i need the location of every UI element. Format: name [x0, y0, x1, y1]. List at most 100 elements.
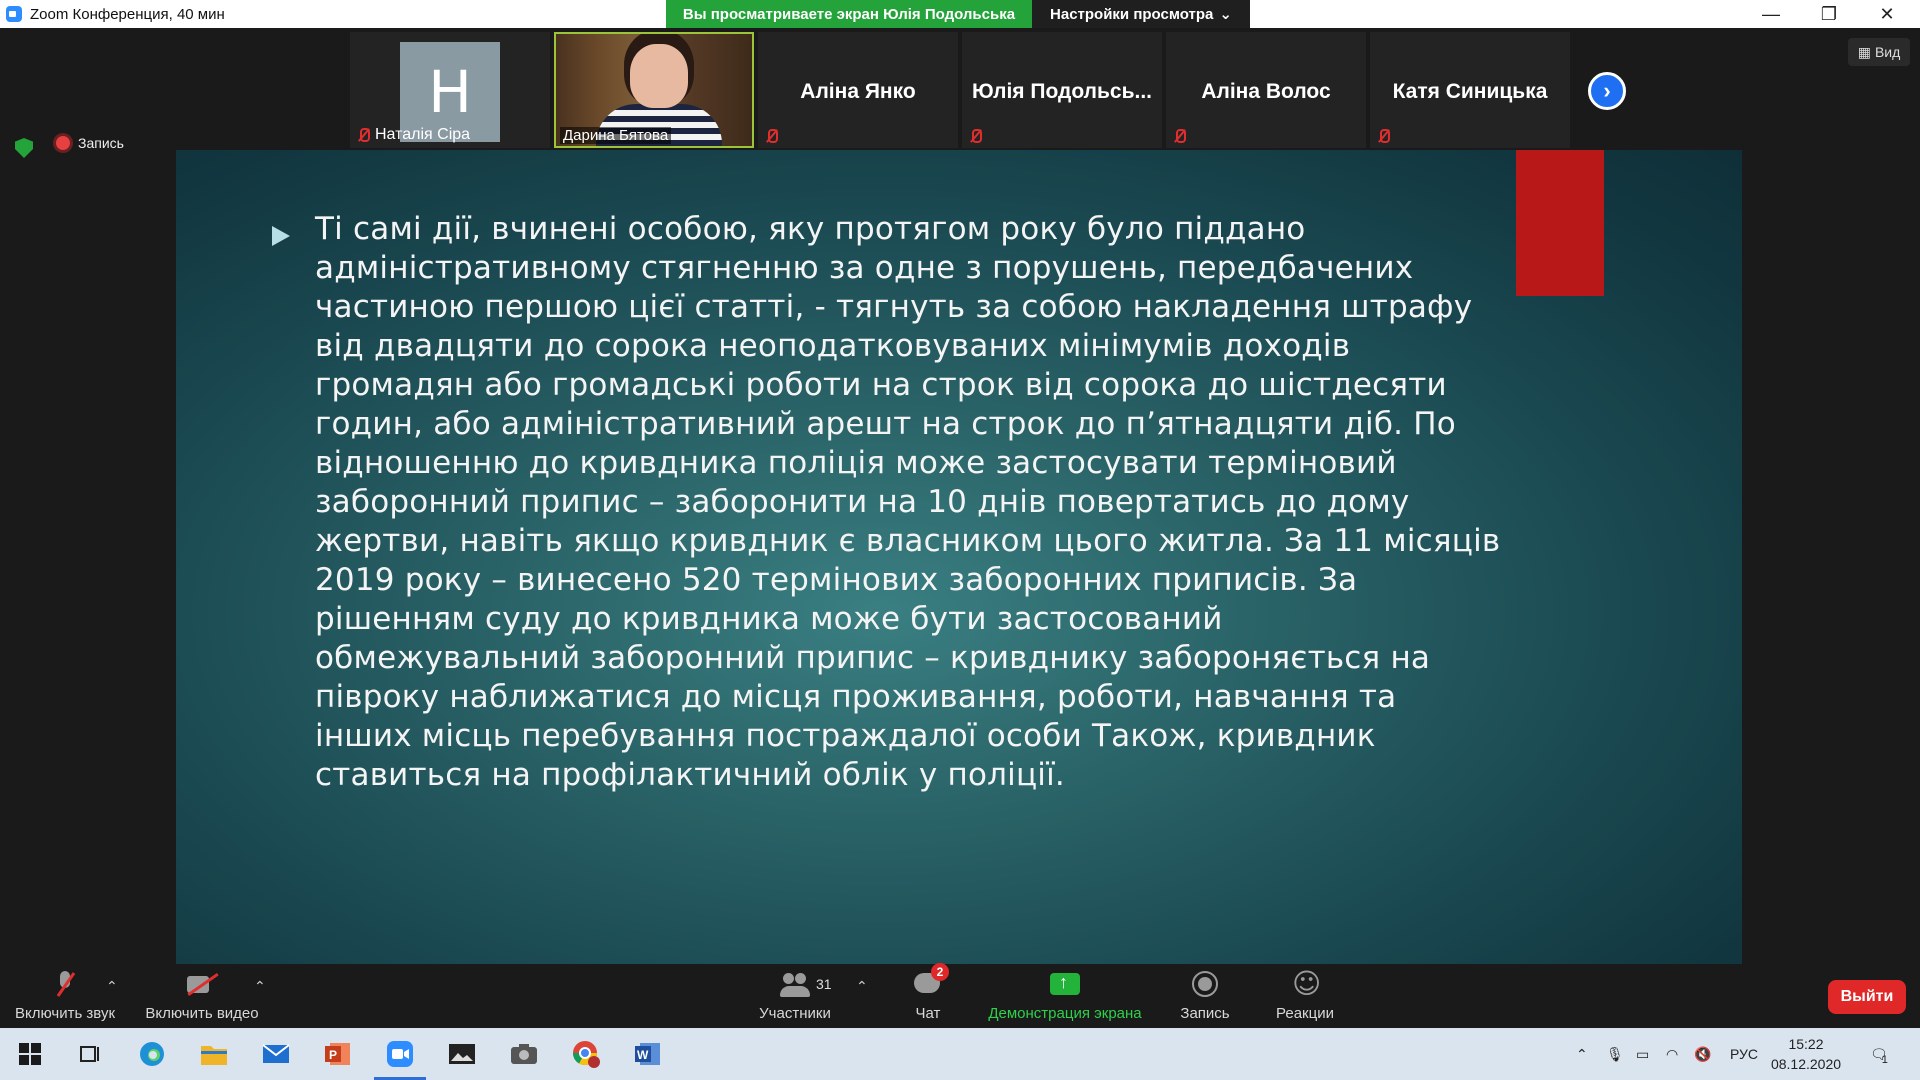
notifications-button[interactable]: 🗨 1	[1870, 1028, 1888, 1080]
unmute-label: Включить звук	[14, 1005, 116, 1022]
window-title: Zoom Конференция, 40 мин	[30, 5, 225, 23]
leave-meeting-button[interactable]: Выйти	[1828, 980, 1906, 1014]
show-hidden-icons-button[interactable]: ⌃	[1576, 1028, 1588, 1080]
share-screen-label: Демонстрация экрана	[988, 1005, 1142, 1022]
task-view-icon	[80, 1046, 99, 1062]
participant-tile-yuliia[interactable]: Юлія Подольсь...	[962, 32, 1162, 148]
input-language-indicator[interactable]: РУС	[1730, 1028, 1758, 1080]
svg-text:P: P	[329, 1048, 337, 1062]
zoom-app-icon	[6, 6, 22, 22]
edge-browser-icon	[140, 1042, 164, 1066]
taskbar-mail[interactable]	[258, 1036, 294, 1072]
taskbar-chrome[interactable]	[568, 1036, 604, 1072]
participants-button[interactable]: Участники	[750, 964, 840, 1028]
recording-indicator: Запись	[56, 135, 124, 151]
microphone-muted-icon	[50, 969, 80, 999]
viewing-screen-banner: Вы просматриваете экран Юлія Подольська	[666, 0, 1032, 28]
participant-tile-daryna[interactable]: Дарина Бятова	[554, 32, 754, 148]
restore-button[interactable]: ❐	[1800, 0, 1858, 28]
participants-options-caret-icon[interactable]: ⌃	[856, 978, 868, 995]
task-view-button[interactable]	[72, 1036, 108, 1072]
audio-options-caret-icon[interactable]: ⌃	[106, 978, 118, 995]
recording-dot-icon	[56, 136, 70, 150]
taskbar-camera[interactable]	[506, 1036, 542, 1072]
participants-count: 31	[816, 976, 832, 992]
start-video-button[interactable]: Включить видео	[140, 964, 264, 1028]
unmute-button[interactable]: Включить звук	[10, 964, 120, 1028]
meeting-toolbar: Включить звук ⌃ Включить видео ⌃ Участни…	[0, 963, 1920, 1028]
taskbar-zoom[interactable]	[374, 1036, 426, 1080]
muted-mic-icon	[968, 128, 982, 144]
camera-icon	[511, 1044, 537, 1064]
participants-label: Участники	[759, 1005, 831, 1022]
taskbar-photos[interactable]	[444, 1036, 480, 1072]
clock-time: 15:22	[1788, 1036, 1824, 1052]
minimize-icon: —	[1762, 3, 1780, 24]
start-video-label: Включить видео	[145, 1005, 259, 1022]
participant-name: Дарина Бятова	[560, 127, 672, 144]
battery-icon[interactable]: ▭	[1636, 1028, 1649, 1080]
participant-name: Катя Синицька	[1392, 80, 1548, 103]
participant-name: Юлія Подольсь...	[971, 80, 1153, 103]
participant-name: Наталія Сіра	[375, 126, 471, 143]
taskbar-edge[interactable]	[134, 1036, 170, 1072]
view-button[interactable]: ▦ Вид	[1848, 38, 1910, 66]
participant-video: Дарина Бятова	[554, 32, 754, 148]
start-button[interactable]	[12, 1036, 48, 1072]
photos-icon	[449, 1044, 475, 1064]
chevron-down-icon: ⌄	[1219, 6, 1232, 23]
taskbar-powerpoint[interactable]: P	[320, 1036, 356, 1072]
reactions-button[interactable]: Реакции	[1264, 964, 1346, 1028]
participant-tile-alina-volos[interactable]: Аліна Волос	[1166, 32, 1366, 148]
svg-text:W: W	[637, 1048, 649, 1062]
bullet-arrow-icon	[272, 226, 290, 246]
participants-icon	[780, 969, 810, 999]
close-icon: ✕	[1879, 3, 1895, 24]
volume-muted-icon[interactable]: 🔇	[1694, 1028, 1711, 1080]
close-window-button[interactable]: ✕	[1858, 0, 1916, 28]
powerpoint-icon: P	[325, 1043, 350, 1065]
chevron-up-icon: ⌃	[1576, 1045, 1588, 1062]
muted-mic-icon	[356, 127, 370, 143]
taskbar-clock[interactable]: 15:22 08.12.2020	[1766, 1034, 1846, 1074]
windows-taskbar: P W ⌃ 🎙 ▭ ◠ 🔇 РУС 15:22 08.12.2020 🗨 1	[0, 1028, 1920, 1080]
view-options-dropdown[interactable]: Настройки просмотра ⌄	[1032, 0, 1250, 28]
record-button[interactable]: Запись	[1170, 964, 1240, 1028]
view-options-label: Настройки просмотра	[1050, 5, 1214, 23]
share-screen-button[interactable]: Демонстрация экрана	[980, 964, 1150, 1028]
chevron-right-icon: ›	[1603, 78, 1611, 103]
muted-mic-icon	[1376, 128, 1390, 144]
chat-button[interactable]: 2 Чат	[900, 963, 956, 1028]
zoom-icon	[387, 1041, 413, 1067]
shared-screen-slide: Ті самі дії, вчинені особою, яку протяго…	[176, 150, 1742, 992]
muted-mic-icon	[1172, 128, 1186, 144]
clock-date: 08.12.2020	[1770, 1056, 1842, 1072]
taskbar-file-explorer[interactable]	[196, 1036, 232, 1072]
participant-tile-katia[interactable]: Катя Синицька	[1370, 32, 1570, 148]
reactions-icon	[1290, 967, 1321, 1000]
video-options-caret-icon[interactable]: ⌃	[254, 978, 266, 995]
chat-icon: 2	[913, 963, 949, 999]
notifications-count: 1	[1881, 1054, 1888, 1066]
share-screen-icon	[1050, 969, 1080, 999]
taskbar-word[interactable]: W	[630, 1036, 666, 1072]
slide-red-accent	[1516, 150, 1604, 296]
participant-tile-natalia[interactable]: H Наталія Сіра	[350, 32, 550, 148]
recording-label: Запись	[78, 135, 124, 151]
record-icon	[1190, 969, 1220, 999]
tray-microphone-icon[interactable]: 🎙	[1606, 1028, 1624, 1080]
next-page-button[interactable]: ›	[1588, 72, 1626, 110]
record-label: Запись	[1180, 1005, 1230, 1022]
minimize-button[interactable]: —	[1742, 0, 1800, 28]
participant-name: Аліна Янко	[800, 80, 916, 103]
reactions-label: Реакции	[1276, 1005, 1334, 1022]
word-icon: W	[635, 1043, 660, 1065]
camera-off-icon	[187, 969, 217, 999]
grid-icon: ▦	[1857, 43, 1871, 60]
folder-icon	[201, 1046, 227, 1065]
participant-tile-alina-yanko[interactable]: Аліна Янко	[758, 32, 958, 148]
participant-name: Аліна Волос	[1201, 80, 1331, 103]
wifi-icon[interactable]: ◠	[1666, 1028, 1678, 1080]
chat-label: Чат	[915, 1005, 941, 1022]
chrome-icon	[573, 1041, 600, 1068]
